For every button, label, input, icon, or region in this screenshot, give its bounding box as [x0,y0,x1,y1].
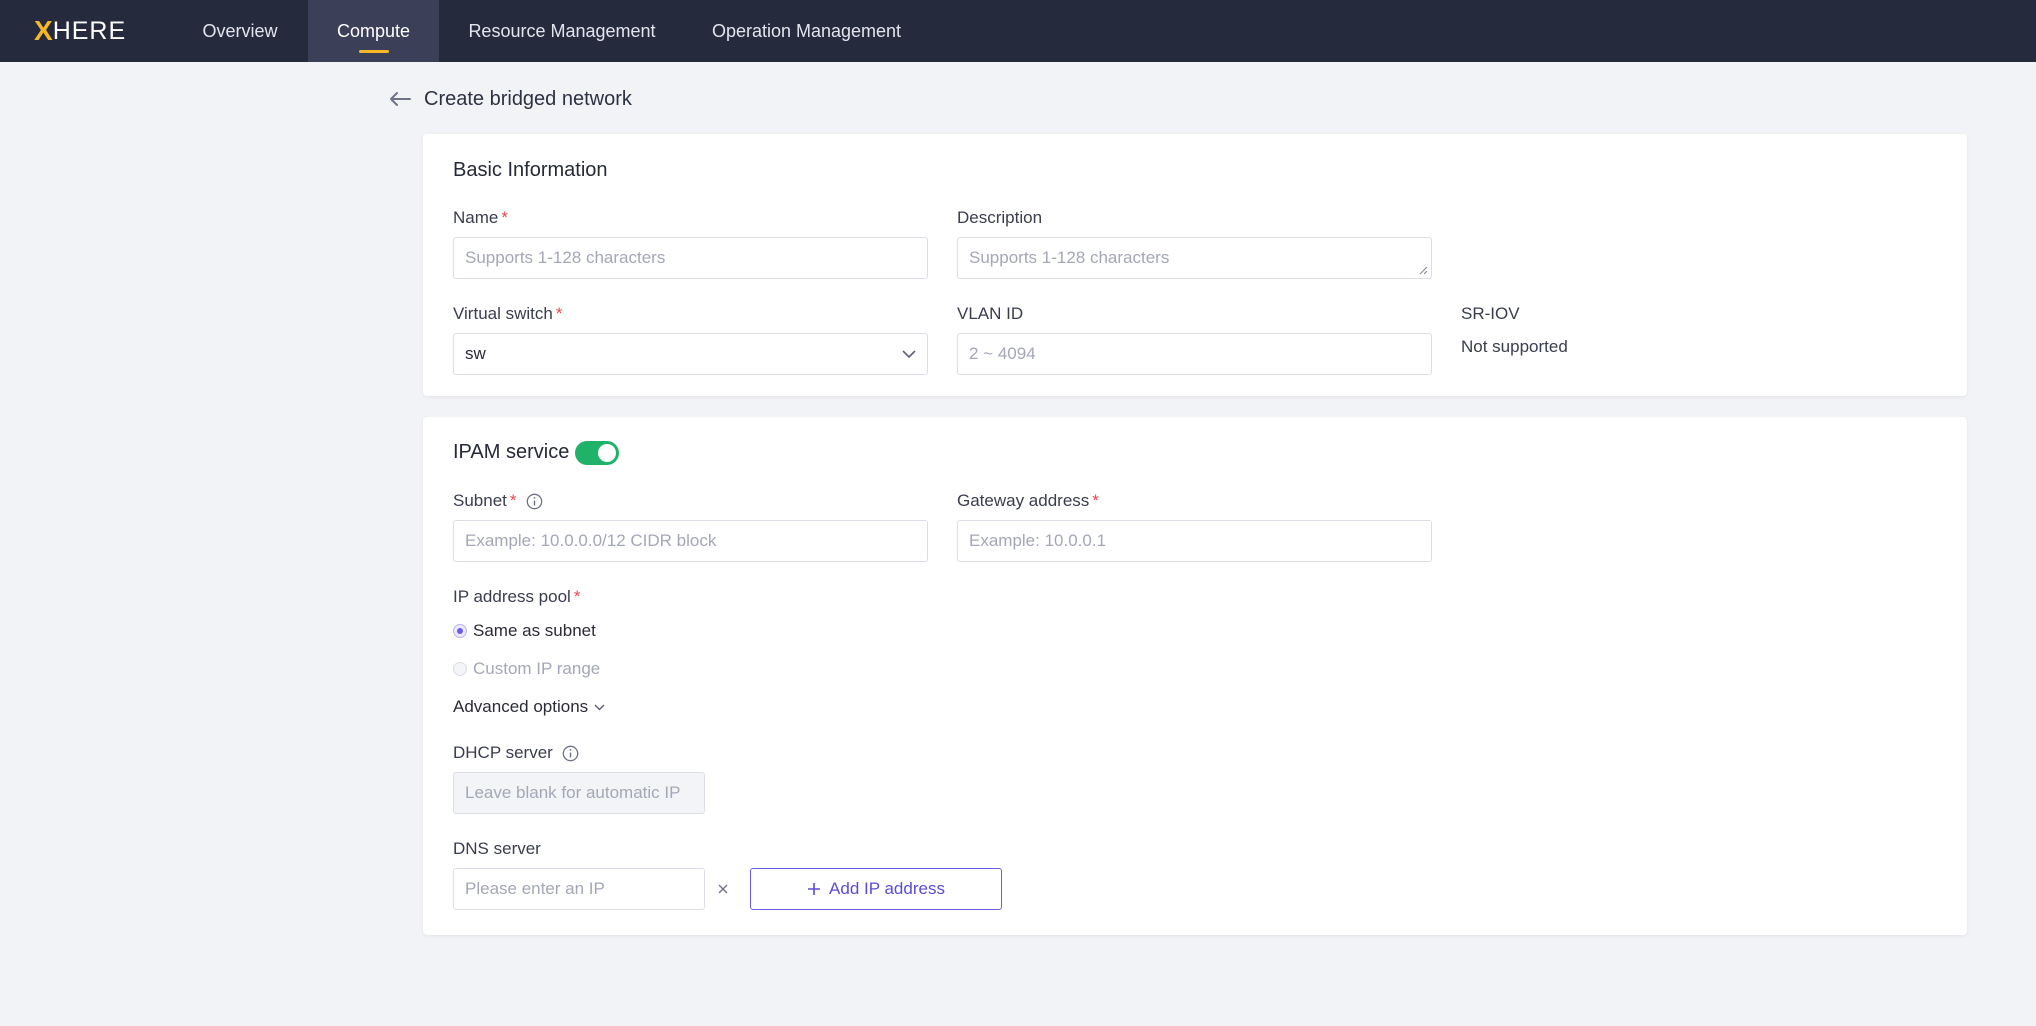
dhcp-server-label: DHCP server [453,743,579,763]
virtual-switch-label-text: Virtual switch [453,304,553,323]
page-header: Create bridged network [388,84,632,114]
arrow-left-icon[interactable] [388,87,412,111]
required-mark: * [1092,491,1099,510]
subnet-label-text: Subnet [453,491,507,510]
nav-overview-label: Overview [202,20,278,41]
required-mark: * [509,491,517,510]
dns-server-label: DNS server [453,839,541,859]
nav-resource-management-label: Resource Management [468,20,656,41]
chevron-down-icon [594,704,605,710]
virtual-switch-label: Virtual switch * [453,304,562,324]
required-mark: * [501,208,508,227]
chevron-down-icon [902,349,916,358]
nav-compute-label: Compute [336,20,411,41]
pool-option-label: Same as subnet [473,621,596,640]
add-ip-address-label: Add IP address [829,879,945,898]
vlan-id-input[interactable] [957,333,1432,375]
advanced-options-label: Advanced options [453,697,589,716]
name-input[interactable] [453,237,928,279]
ip-address-pool-label-text: IP address pool [453,587,571,606]
ipam-service-card: IPAM service Subnet * Gateway address * … [423,417,1967,935]
required-mark: * [573,587,581,606]
app-logo[interactable]: X HERE [34,14,126,48]
basic-information-title: Basic Information [453,159,608,181]
nav-compute[interactable]: Compute [308,0,439,62]
gateway-address-input[interactable] [957,520,1432,562]
dns-server-input[interactable] [453,868,705,910]
advanced-options-toggle[interactable]: Advanced options [453,697,605,717]
name-label-text: Name [453,208,499,227]
nav-operation-management[interactable]: Operation Management [700,0,913,62]
nav-operation-management-label: Operation Management [711,20,902,41]
resize-grip-icon[interactable] [1418,265,1428,275]
nav-active-indicator [358,50,389,53]
pool-option-custom-ip-range[interactable]: Custom IP range [453,659,600,679]
logo-mark: X [34,15,53,46]
subnet-label: Subnet * [453,491,543,511]
description-label: Description [957,208,1042,228]
dhcp-server-input[interactable] [453,772,705,814]
add-ip-address-button[interactable]: Add IP address [750,868,1002,910]
description-textarea[interactable] [957,237,1432,279]
name-label: Name * [453,208,508,228]
ipam-service-title: IPAM service [453,441,570,463]
dns-server-label-text: DNS server [453,839,541,858]
gateway-address-label: Gateway address * [957,491,1099,511]
description-label-text: Description [957,208,1043,227]
vlan-id-label-text: VLAN ID [957,304,1024,323]
radio-checked-icon[interactable] [453,624,467,638]
subnet-input[interactable] [453,520,928,562]
nav-resource-management[interactable]: Resource Management [454,0,670,62]
sr-iov-label: SR-IOV [1461,304,1520,324]
pool-option-same-as-subnet[interactable]: Same as subnet [453,621,596,641]
toggle-knob [598,444,616,462]
sr-iov-label-text: SR-IOV [1461,304,1520,323]
info-icon[interactable] [526,493,543,510]
required-mark: * [555,304,563,323]
basic-information-card: Basic Information Name * Description Vir… [423,134,1967,396]
page-title: Create bridged network [424,87,632,110]
ipam-service-toggle[interactable] [575,441,619,465]
info-icon[interactable] [562,745,579,762]
gateway-address-label-text: Gateway address [957,491,1090,510]
nav-overview[interactable]: Overview [186,0,294,62]
sr-iov-value: Not supported [1461,337,1568,356]
virtual-switch-select[interactable]: sw [453,333,928,375]
pool-option-label: Custom IP range [473,659,601,678]
dhcp-server-label-text: DHCP server [453,743,553,762]
vlan-id-label: VLAN ID [957,304,1023,324]
close-icon[interactable] [715,881,731,897]
plus-icon [808,883,821,895]
ip-address-pool-label: IP address pool * [453,587,580,607]
radio-unchecked-icon[interactable] [453,662,467,676]
top-navigation-bar: X HERE Overview Compute Resource Managem… [0,0,2036,62]
logo-text: HERE [52,16,127,45]
virtual-switch-value: sw [465,344,486,363]
